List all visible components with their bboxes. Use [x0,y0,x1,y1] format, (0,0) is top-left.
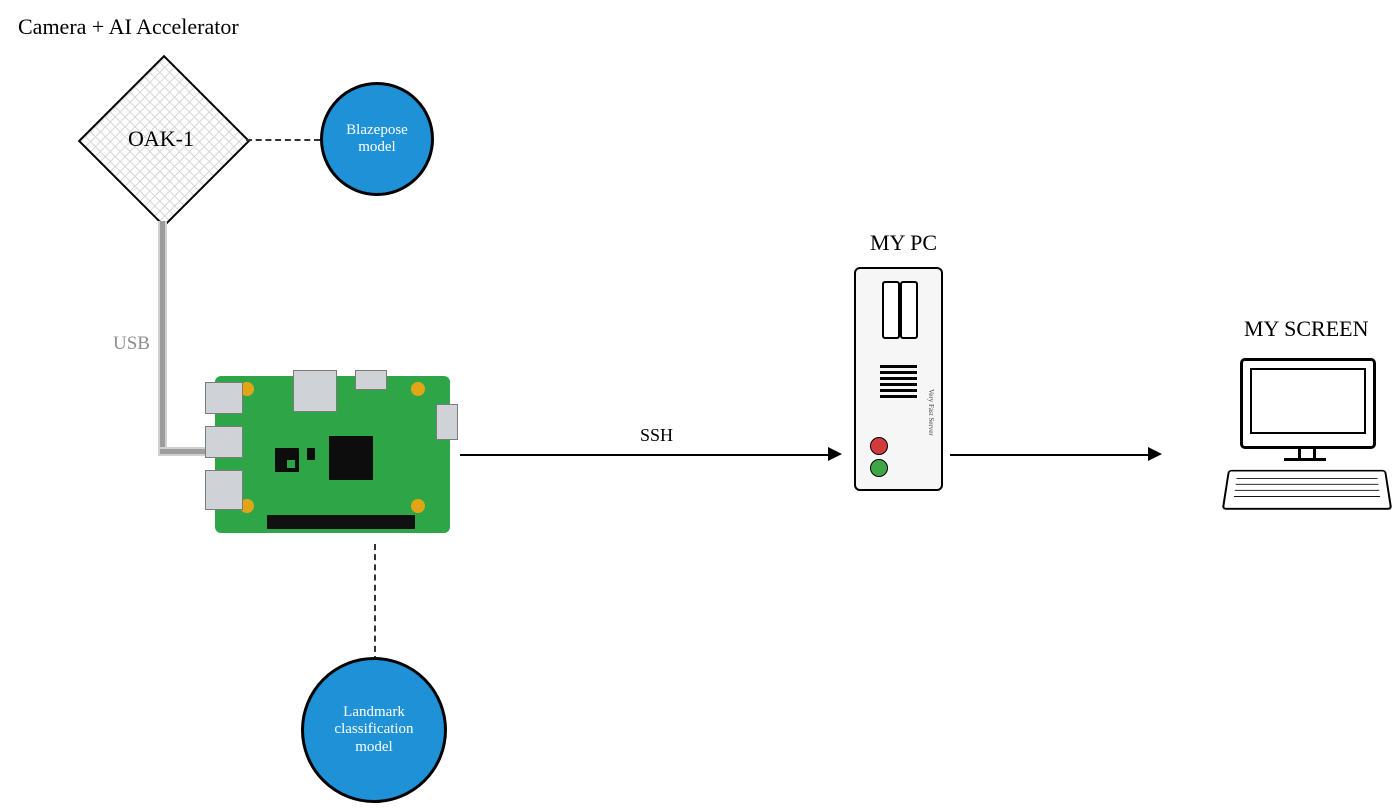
dashed-oak-blazepose [246,139,320,141]
landmark-line1: Landmark [343,704,405,720]
usb-wire-v [160,221,165,449]
arrowhead-pc-screen [1148,447,1162,461]
blazepose-line2: model [358,139,396,155]
landmark-line3: model [355,739,393,755]
raspberry-pi-icon [215,376,450,533]
landmark-line2: classification [334,721,413,737]
monitor-icon [1220,358,1390,518]
dashed-pi-landmark [374,544,376,662]
usb-label: USB [113,333,150,355]
blazepose-line1: Blazepose [346,122,408,138]
ssh-label: SSH [640,425,673,446]
blazepose-circle: Blazepose model [320,82,434,196]
oak-label: OAK-1 [128,126,194,152]
screen-title: MY SCREEN [1244,316,1368,342]
landmark-circle: Landmark classification model [301,657,447,803]
pc-title: MY PC [870,230,937,256]
pc-tower-icon: Very Fast Server [854,267,943,491]
arrow-pc-screen [950,454,1150,456]
arrow-pi-pc [460,454,830,456]
diagram-title: Camera + AI Accelerator [18,14,239,40]
arrowhead-pi-pc [828,447,842,461]
pc-side-text: Very Fast Server [927,389,935,436]
